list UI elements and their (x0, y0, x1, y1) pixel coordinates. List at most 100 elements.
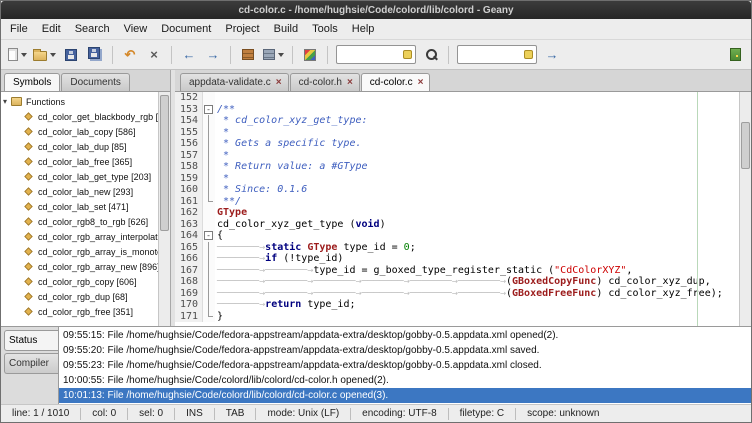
code-line[interactable]: 153-/** (175, 104, 739, 116)
message-row[interactable]: 09:55:20: File /home/hughsie/Code/fedora… (59, 343, 751, 358)
line-number: 155 (175, 127, 203, 139)
save-all-button[interactable] (84, 43, 106, 67)
fold-margin[interactable]: - (203, 230, 215, 242)
menu-item-file[interactable]: File (3, 20, 35, 38)
symbol-item[interactable]: cd_color_rgb_array_new [896] (3, 259, 158, 274)
editor-tab-cd-color.c[interactable]: cd-color.c× (361, 73, 431, 91)
search-entry[interactable] (336, 45, 416, 64)
sidebar-scrollbar[interactable] (158, 92, 170, 326)
code-line[interactable]: 156 * Gets a specific type. (175, 138, 739, 150)
sidebar-tab-documents[interactable]: Documents (61, 73, 130, 91)
editor-tab-appdata-validate.c[interactable]: appdata-validate.c× (180, 73, 289, 91)
open-button[interactable] (31, 43, 58, 67)
close-button[interactable]: × (143, 43, 165, 67)
tab-close-icon[interactable]: × (276, 79, 282, 87)
message-tab-compiler[interactable]: Compiler (4, 353, 58, 374)
code-line[interactable]: 162GType (175, 207, 739, 219)
symbol-item[interactable]: cd_color_get_blackbody_rgb [97 (3, 109, 158, 124)
message-tab-status[interactable]: Status (4, 330, 58, 351)
symbol-item[interactable]: cd_color_rgb_array_is_monotonic (3, 244, 158, 259)
code-token: "CdColorXYZ" (554, 265, 626, 276)
back-button[interactable]: ← (178, 43, 200, 67)
code-line[interactable]: 160 * Since: 0.1.6 (175, 184, 739, 196)
symbol-item[interactable]: cd_color_rgb_free [351] (3, 304, 158, 319)
entry-icon[interactable] (403, 50, 412, 59)
code-token: /** (217, 104, 235, 115)
forward-button[interactable]: → (202, 43, 224, 67)
code-line[interactable]: 158 * Return value: a #GType (175, 161, 739, 173)
symbol-item[interactable]: cd_color_lab_copy [586] (3, 124, 158, 139)
code-line[interactable]: 168───────→───────→───────→───────→─────… (175, 276, 739, 288)
build-button[interactable] (261, 43, 286, 67)
code-line[interactable]: 157 * (175, 150, 739, 162)
code-line[interactable]: 155 * (175, 127, 739, 139)
code-line[interactable]: 152 (175, 92, 739, 104)
code-line[interactable]: 164-{ (175, 230, 739, 242)
editor-scrollbar[interactable] (739, 92, 751, 326)
sidebar-tab-symbols[interactable]: Symbols (4, 73, 60, 91)
menu-item-help[interactable]: Help (345, 20, 382, 38)
menu-item-project[interactable]: Project (218, 20, 266, 38)
symbol-item[interactable]: cd_color_lab_free [365] (3, 154, 158, 169)
menu-item-document[interactable]: Document (154, 20, 218, 38)
code-text: * cd_color_xyz_get_type: (215, 115, 368, 127)
save-button[interactable] (60, 43, 82, 67)
sidebar-scrollbar-thumb[interactable] (160, 95, 169, 231)
menu-item-view[interactable]: View (117, 20, 155, 38)
code-token: static (265, 242, 307, 253)
code-line[interactable]: 165───────→static GType type_id = 0; (175, 242, 739, 254)
symbol-item[interactable]: cd_color_lab_dup [85] (3, 139, 158, 154)
symbol-item[interactable]: cd_color_rgb_dup [68] (3, 289, 158, 304)
status-field: line: 1 / 1010 (1, 408, 80, 419)
symbol-item[interactable]: cd_color_rgb_copy [606] (3, 274, 158, 289)
menu-item-tools[interactable]: Tools (305, 20, 345, 38)
code-line[interactable]: 169───────→───────→───────→───────→─────… (175, 288, 739, 300)
symbol-label: cd_color_lab_get_type [203] (38, 172, 151, 182)
expander-icon[interactable]: ▾ (3, 98, 7, 106)
code-line[interactable]: 171} (175, 311, 739, 323)
dropdown-caret-icon[interactable] (50, 53, 56, 57)
message-row[interactable]: 09:55:15: File /home/hughsie/Code/fedora… (59, 328, 751, 343)
code-line[interactable]: 161 **/ (175, 196, 739, 208)
editor-tab-cd-color.h[interactable]: cd-color.h× (290, 73, 360, 91)
entry-icon[interactable] (524, 50, 533, 59)
menu-item-edit[interactable]: Edit (35, 20, 68, 38)
symbol-item[interactable]: cd_color_lab_get_type [203] (3, 169, 158, 184)
toolbar: ↶×←→→ (1, 40, 751, 70)
message-row[interactable]: 10:01:13: File /home/hughsie/Code/colord… (59, 388, 751, 403)
symbol-item[interactable]: cd_color_rgb8_to_rgb [626] (3, 214, 158, 229)
dropdown-caret-icon[interactable] (278, 53, 284, 57)
code-line[interactable]: 163cd_color_xyz_get_type (void) (175, 219, 739, 231)
fold-toggle-icon[interactable]: - (204, 231, 213, 240)
message-row[interactable]: 09:55:23: File /home/hughsie/Code/fedora… (59, 358, 751, 373)
revert-button[interactable]: ↶ (119, 43, 141, 67)
symbol-item[interactable]: cd_color_lab_set [471] (3, 199, 158, 214)
new-button[interactable] (6, 43, 29, 67)
code-area[interactable]: 152153-/**154 * cd_color_xyz_get_type:15… (175, 92, 751, 326)
code-line[interactable]: 154 * cd_color_xyz_get_type: (175, 115, 739, 127)
tab-close-icon[interactable]: × (418, 79, 424, 87)
dropdown-caret-icon[interactable] (21, 53, 27, 57)
symbol-item[interactable]: cd_color_rgb_array_interpolate [9 (3, 229, 158, 244)
code-line[interactable]: 170───────→return type_id; (175, 299, 739, 311)
code-line[interactable]: 166───────→if (!type_id) (175, 253, 739, 265)
tab-close-icon[interactable]: × (347, 79, 353, 87)
editor-scrollbar-thumb[interactable] (741, 122, 750, 169)
code-line[interactable]: 167───────→───────→type_id = g_boxed_typ… (175, 265, 739, 277)
menu-item-build[interactable]: Build (267, 20, 305, 38)
fold-margin[interactable]: - (203, 104, 215, 116)
fold-toggle-icon[interactable]: - (204, 105, 213, 114)
symbol-item[interactable]: cd_color_lab_new [293] (3, 184, 158, 199)
titlebar[interactable]: cd-color.c - /home/hughsie/Code/colord/l… (1, 1, 751, 19)
menu-item-search[interactable]: Search (68, 20, 117, 38)
goto-line-button[interactable]: → (541, 43, 563, 67)
symbol-root[interactable]: ▾Functions (3, 94, 158, 109)
goto-line-entry[interactable] (457, 45, 537, 64)
message-row[interactable]: 10:00:55: File /home/hughsie/Code/colord… (59, 373, 751, 388)
quit-button[interactable] (724, 43, 746, 67)
code-line[interactable]: 159 * (175, 173, 739, 185)
line-number: 156 (175, 138, 203, 150)
compile-button[interactable] (237, 43, 259, 67)
color-chooser-button[interactable] (299, 43, 321, 67)
search-button[interactable] (420, 43, 442, 67)
